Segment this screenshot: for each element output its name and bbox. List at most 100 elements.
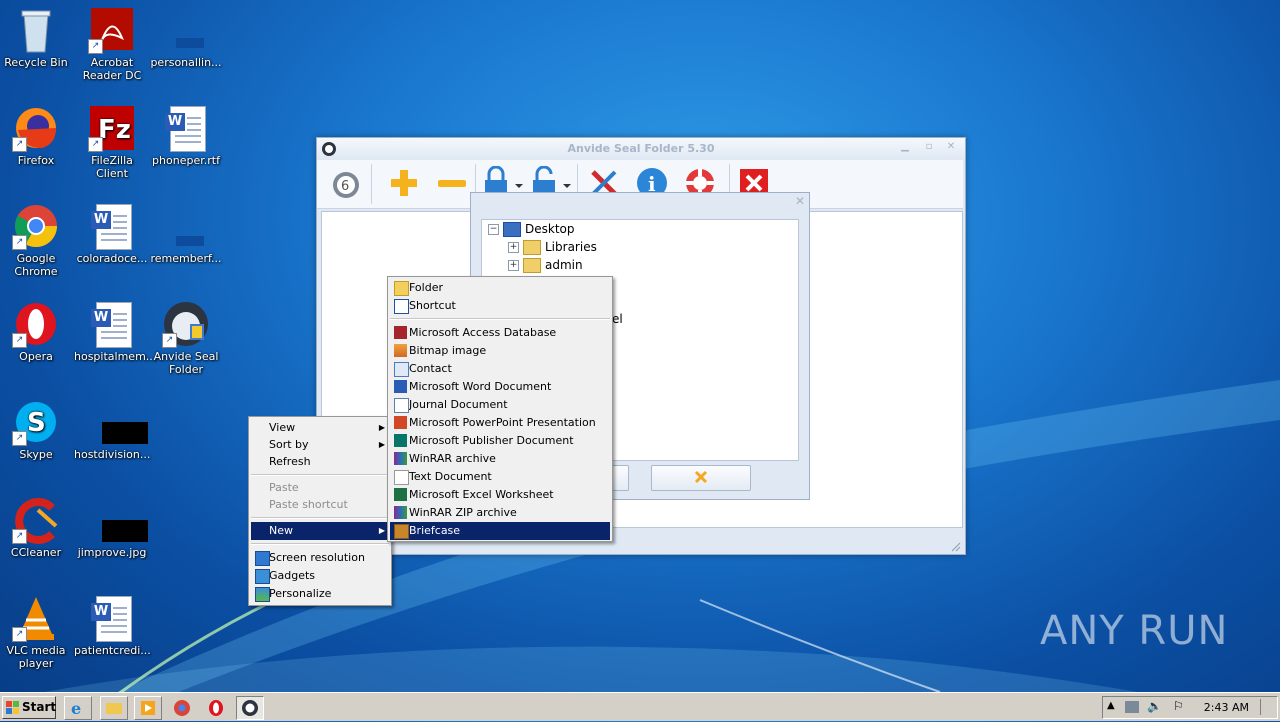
menu-item-refresh[interactable]: Refresh	[251, 453, 389, 471]
desktop-icon-patientcredi[interactable]: W patientcredi...	[74, 594, 151, 657]
desktop-icon-rememberf[interactable]: rememberf...	[148, 202, 224, 265]
new-item-briefcase[interactable]: Briefcase	[390, 522, 610, 540]
file-icon	[162, 6, 210, 54]
tree-item-desktop[interactable]: − Desktop	[488, 220, 575, 238]
new-item-excel-worksheet[interactable]: Microsoft Excel Worksheet	[390, 486, 610, 504]
word-document-icon: W	[88, 300, 136, 348]
taskbar-media-player-button[interactable]	[134, 696, 162, 720]
show-hidden-icons-button[interactable]: ▲	[1107, 700, 1115, 711]
collapse-icon[interactable]: −	[488, 224, 499, 235]
gadgets-icon	[255, 569, 270, 584]
menu-item-new[interactable]: New ▶	[251, 522, 389, 540]
new-item-shortcut[interactable]: Shortcut	[390, 297, 610, 315]
desktop-icon-skype[interactable]: S ↗ Skype	[0, 398, 74, 461]
word-icon	[394, 380, 407, 393]
tree-item-libraries[interactable]: + Libraries	[508, 238, 597, 256]
taskbar-ie-button[interactable]: e	[64, 696, 92, 720]
taskbar-anvide-button[interactable]	[236, 696, 264, 720]
image-file-icon	[88, 398, 148, 446]
menu-separator	[251, 543, 389, 545]
volume-icon[interactable]: 🔈	[1147, 699, 1162, 713]
skype-icon: S ↗	[12, 398, 60, 446]
new-item-contact[interactable]: Contact	[390, 360, 610, 378]
start-button[interactable]: Start	[2, 696, 56, 719]
desktop-icon-recycle-bin[interactable]: Recycle Bin	[0, 6, 74, 69]
menu-item-screen-resolution[interactable]: Screen resolution	[251, 549, 389, 567]
winrar-zip-icon	[394, 506, 407, 519]
new-item-text-document[interactable]: Text Document	[390, 468, 610, 486]
desktop-icon-coloradoce[interactable]: W coloradoce...	[74, 202, 150, 265]
text-document-icon	[394, 470, 409, 485]
expand-icon[interactable]: +	[508, 260, 519, 271]
desktop-icon-label: FileZilla Client	[91, 154, 133, 180]
folder-icon	[394, 281, 409, 296]
new-item-word-document[interactable]: Microsoft Word Document	[390, 378, 610, 396]
minimize-button[interactable]: ▁	[899, 142, 911, 152]
menu-item-gadgets[interactable]: Gadgets	[251, 567, 389, 585]
desktop-icon-hospitalmem[interactable]: W hospitalmem...	[74, 300, 156, 363]
desktop-icon-label: Anvide Seal Folder	[153, 350, 219, 376]
desktop-icon-anvide[interactable]: ↗ Anvide Seal Folder	[148, 300, 224, 376]
resize-grip-icon[interactable]	[951, 542, 961, 552]
tree-item-admin[interactable]: + admin	[508, 256, 583, 274]
anvide-titlebar[interactable]: Anvide Seal Folder 5.30 ▁ ▫ ✕	[317, 138, 965, 160]
desktop-icon-acrobat[interactable]: ↗ Acrobat Reader DC	[74, 6, 150, 82]
taskbar-opera-button[interactable]	[202, 696, 230, 720]
anvide-seal-icon: ↗	[162, 300, 210, 348]
desktop-icon-chrome[interactable]: ↗ Google Chrome	[0, 202, 74, 278]
action-center-icon[interactable]	[1125, 701, 1139, 713]
dialog-close-button[interactable]: ✕	[795, 194, 805, 208]
menu-item-personalize[interactable]: Personalize	[251, 585, 389, 603]
tree-item-partial[interactable]: el	[612, 310, 623, 328]
show-desktop-button[interactable]	[1260, 699, 1275, 715]
remove-folder-button[interactable]	[435, 166, 469, 200]
new-item-winrar-zip[interactable]: WinRAR ZIP archive	[390, 504, 610, 522]
toolbar-separator	[371, 164, 372, 204]
desktop-icon-personallin[interactable]: personallin...	[148, 6, 224, 69]
desktop-icon-jimprove[interactable]: jimprove.jpg	[74, 496, 150, 559]
menu-separator	[251, 474, 389, 476]
new-item-winrar-archive[interactable]: WinRAR archive	[390, 450, 610, 468]
taskbar-explorer-button[interactable]	[100, 696, 128, 720]
shortcut-arrow-icon: ↗	[12, 333, 27, 348]
screen-resolution-icon	[255, 551, 270, 566]
system-tray: ▲ 🔈 ⚐ 2:43 AM	[1102, 696, 1278, 719]
media-player-icon	[141, 701, 155, 715]
desktop-icon-hostdivision[interactable]: hostdivision...	[74, 398, 150, 461]
new-item-access-database[interactable]: Microsoft Access Database	[390, 324, 610, 342]
window-title: Anvide Seal Folder 5.30	[567, 142, 715, 155]
menu-item-view[interactable]: View ▶	[251, 419, 389, 437]
desktop-icon-opera[interactable]: ↗ Opera	[0, 300, 74, 363]
dialog-cancel-button[interactable]	[651, 465, 751, 491]
tree-item-label: admin	[545, 258, 583, 272]
desktop-icon-firefox[interactable]: ↗ Firefox	[0, 104, 74, 167]
desktop-icon-phoneper[interactable]: W phoneper.rtf	[148, 104, 224, 167]
clock[interactable]: 2:43 AM	[1204, 697, 1249, 718]
network-flag-icon[interactable]: ⚐	[1173, 699, 1184, 713]
desktop-icon-ccleaner[interactable]: ↗ CCleaner	[0, 496, 74, 559]
desktop-icon-label: phoneper.rtf	[152, 154, 220, 167]
maximize-button[interactable]: ▫	[923, 142, 935, 152]
new-item-folder[interactable]: Folder	[390, 279, 610, 297]
close-button[interactable]: ✕	[945, 142, 957, 152]
new-item-publisher[interactable]: Microsoft Publisher Document	[390, 432, 610, 450]
anyrun-watermark: ANY RUN	[1040, 608, 1229, 654]
new-item-powerpoint[interactable]: Microsoft PowerPoint Presentation	[390, 414, 610, 432]
menu-item-sort-by[interactable]: Sort by ▶	[251, 436, 389, 454]
shortcut-arrow-icon: ↗	[12, 137, 27, 152]
add-folder-button[interactable]	[387, 166, 421, 200]
taskbar-chrome-button[interactable]	[168, 696, 196, 720]
menu-item-paste-shortcut[interactable]: Paste shortcut	[251, 496, 389, 514]
expand-icon[interactable]: +	[508, 242, 519, 253]
desktop-icon-label: personallin...	[150, 56, 222, 69]
new-item-bitmap-image[interactable]: Bitmap image	[390, 342, 610, 360]
desktop-icon-label: CCleaner	[10, 546, 62, 559]
desktop-icon-vlc[interactable]: ↗ VLC media player	[0, 594, 74, 670]
desktop-icon-label: Google Chrome	[14, 252, 58, 278]
menu-item-paste[interactable]: Paste	[251, 479, 389, 497]
libraries-folder-icon	[523, 240, 541, 255]
new-item-journal-document[interactable]: Journal Document	[390, 396, 610, 414]
padlock-counter-button[interactable]: 6	[329, 166, 363, 200]
taskbar: Start e ▲ 🔈 ⚐ 2:43 AM	[0, 692, 1280, 721]
desktop-icon-filezilla[interactable]: Fz ↗ FileZilla Client	[74, 104, 150, 180]
